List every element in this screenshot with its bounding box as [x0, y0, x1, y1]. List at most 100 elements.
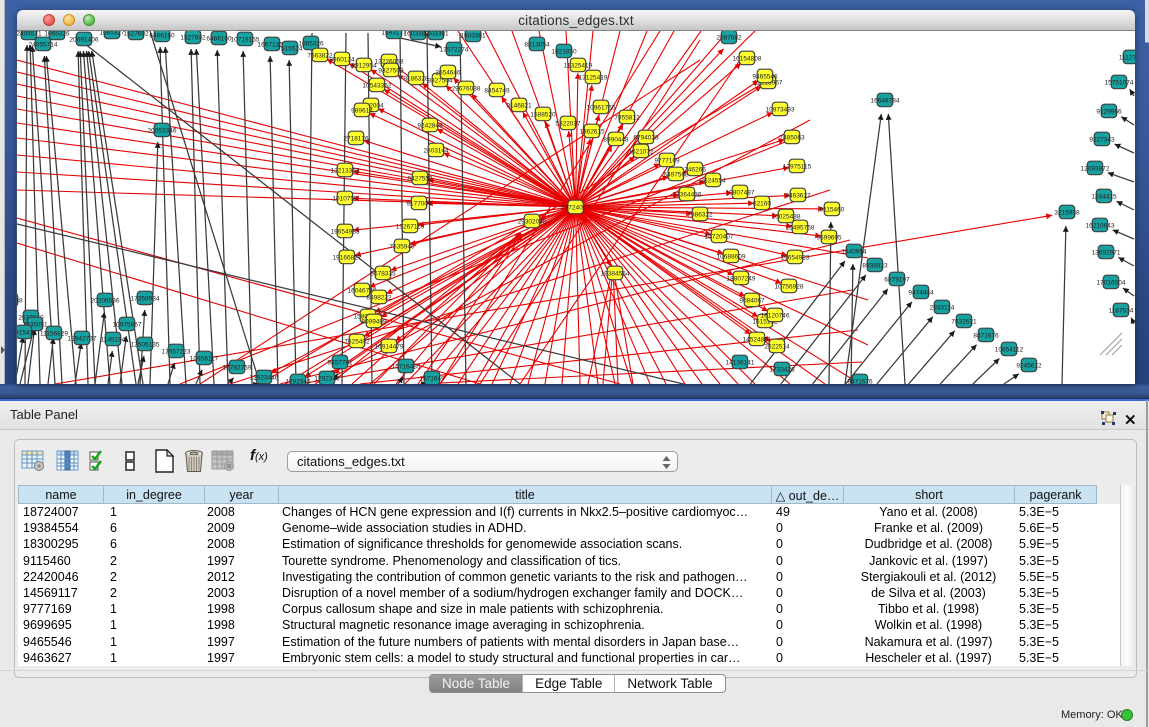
svg-text:20206536: 20206536 [91, 297, 120, 304]
svg-text:1065327: 1065327 [99, 31, 125, 36]
svg-text:9463627: 9463627 [785, 192, 811, 199]
svg-text:6794028: 6794028 [633, 134, 659, 141]
svg-text:10025438: 10025438 [772, 213, 801, 220]
svg-text:7955812: 7955812 [614, 114, 640, 121]
svg-text:10807487: 10807487 [726, 189, 755, 196]
svg-text:10961765: 10961765 [587, 104, 616, 111]
svg-text:8912954: 8912954 [351, 62, 377, 69]
svg-text:2933114: 2933114 [930, 304, 955, 311]
svg-text:7986322: 7986322 [687, 211, 713, 218]
svg-text:1921850: 1921850 [551, 48, 577, 55]
svg-text:10958117: 10958117 [190, 355, 219, 362]
svg-text:12213363: 12213363 [331, 167, 360, 174]
svg-text:6466160: 6466160 [149, 32, 175, 39]
svg-text:17957223: 17957223 [162, 348, 191, 355]
svg-text:8099489: 8099489 [361, 318, 387, 325]
svg-text:11156829: 11156829 [40, 330, 68, 337]
svg-text:9242848: 9242848 [417, 122, 443, 129]
svg-text:8427552: 8427552 [407, 175, 433, 182]
svg-text:746266: 746266 [684, 166, 706, 173]
svg-text:1065326: 1065326 [44, 31, 70, 37]
svg-text:6879197: 6879197 [884, 276, 910, 283]
svg-text:12505135: 12505135 [131, 341, 160, 348]
svg-text:7535940: 7535940 [389, 243, 415, 250]
svg-text:1112753: 1112753 [1119, 54, 1135, 61]
svg-text:1145194: 1145194 [101, 336, 126, 343]
svg-text:12942737: 12942737 [68, 335, 97, 342]
svg-text:62160: 62160 [753, 200, 771, 207]
svg-text:13572274: 13572274 [440, 46, 469, 53]
svg-text:9465546: 9465546 [752, 73, 778, 80]
svg-text:19166827: 19166827 [333, 254, 362, 261]
svg-text:8938923: 8938923 [862, 262, 888, 269]
svg-text:16210643: 16210643 [1086, 222, 1115, 229]
svg-text:3915414: 3915414 [17, 329, 37, 336]
svg-text:11325419: 11325419 [564, 62, 593, 69]
svg-text:20053346: 20053346 [148, 127, 177, 134]
svg-text:1527602: 1527602 [180, 34, 206, 41]
svg-text:9084067: 9084067 [739, 297, 765, 304]
svg-text:10975867: 10975867 [113, 321, 142, 328]
svg-text:10688609: 10688609 [717, 253, 746, 260]
svg-text:1010755: 1010755 [332, 195, 358, 202]
svg-text:16120746: 16120746 [761, 312, 790, 319]
svg-text:8454749: 8454749 [484, 87, 510, 94]
svg-text:1292346: 1292346 [314, 375, 340, 382]
svg-text:1065326: 1065326 [298, 40, 324, 47]
svg-text:10654112: 10654112 [995, 346, 1024, 353]
svg-text:1603381: 1603381 [423, 31, 449, 37]
svg-text:9699695: 9699695 [816, 234, 842, 241]
svg-text:10543362: 10543362 [363, 82, 392, 89]
svg-text:3215958: 3215958 [1054, 209, 1080, 216]
svg-text:3624554: 3624554 [700, 177, 726, 184]
svg-text:8186328: 8186328 [403, 75, 429, 82]
svg-text:9474444: 9474444 [908, 289, 934, 296]
svg-text:19384554: 19384554 [601, 270, 630, 277]
svg-text:9227343: 9227343 [1089, 136, 1115, 143]
svg-text:13692971: 13692971 [1092, 249, 1121, 256]
svg-text:6466160: 6466160 [206, 35, 232, 42]
svg-text:17016504: 17016504 [1097, 279, 1126, 286]
svg-text:7625402: 7625402 [344, 338, 370, 345]
svg-text:1640954: 1640954 [841, 248, 867, 255]
svg-text:1621072: 1621072 [628, 148, 654, 155]
svg-text:12975115: 12975115 [783, 163, 812, 170]
svg-text:8678335: 8678335 [370, 270, 396, 277]
svg-text:21364436: 21364436 [673, 191, 702, 198]
svg-text:7632621: 7632621 [951, 318, 977, 325]
svg-text:1588520: 1588520 [530, 111, 556, 118]
svg-text:19654923: 19654923 [781, 254, 810, 261]
svg-text:13125419: 13125419 [579, 74, 608, 81]
svg-text:10756928: 10756928 [775, 283, 804, 290]
svg-text:9115460: 9115460 [820, 206, 845, 213]
svg-text:9245612: 9245612 [1016, 362, 1042, 369]
svg-text:9457791: 9457791 [327, 359, 353, 366]
svg-text:12923446: 12923446 [250, 374, 279, 381]
svg-text:9129966: 9129966 [1096, 108, 1122, 115]
svg-text:15716485: 15716485 [392, 363, 421, 370]
svg-text:8990448: 8990448 [603, 136, 629, 143]
svg-text:29302035: 29302035 [518, 218, 547, 225]
svg-text:2522514: 2522514 [764, 343, 790, 350]
svg-text:8813054: 8813054 [524, 41, 550, 48]
svg-text:16495758: 16495758 [786, 224, 815, 231]
svg-text:9777169: 9777169 [654, 157, 680, 164]
svg-text:8471676: 8471676 [973, 332, 999, 339]
svg-text:2405571: 2405571 [17, 31, 42, 37]
svg-text:20691406: 20691406 [70, 36, 99, 43]
svg-text:9177004: 9177004 [406, 200, 432, 207]
svg-text:9327503: 9327503 [378, 67, 404, 74]
svg-text:16648784: 16648784 [871, 97, 900, 104]
svg-text:15720407: 15720407 [705, 233, 734, 240]
svg-text:1527602: 1527602 [123, 31, 149, 37]
svg-text:1167534: 1167534 [1109, 307, 1134, 314]
svg-text:1244415: 1244415 [1091, 193, 1117, 200]
svg-text:18807249: 18807249 [727, 275, 756, 282]
svg-text:8498222: 8498222 [366, 294, 392, 301]
svg-text:9146821: 9146821 [506, 102, 532, 109]
svg-text:16914479: 16914479 [375, 343, 404, 350]
svg-text:10973493: 10973493 [766, 106, 795, 113]
svg-text:18724007: 18724007 [561, 204, 590, 211]
svg-text:9912838: 9912838 [17, 297, 23, 304]
svg-text:1292345: 1292345 [285, 378, 311, 384]
